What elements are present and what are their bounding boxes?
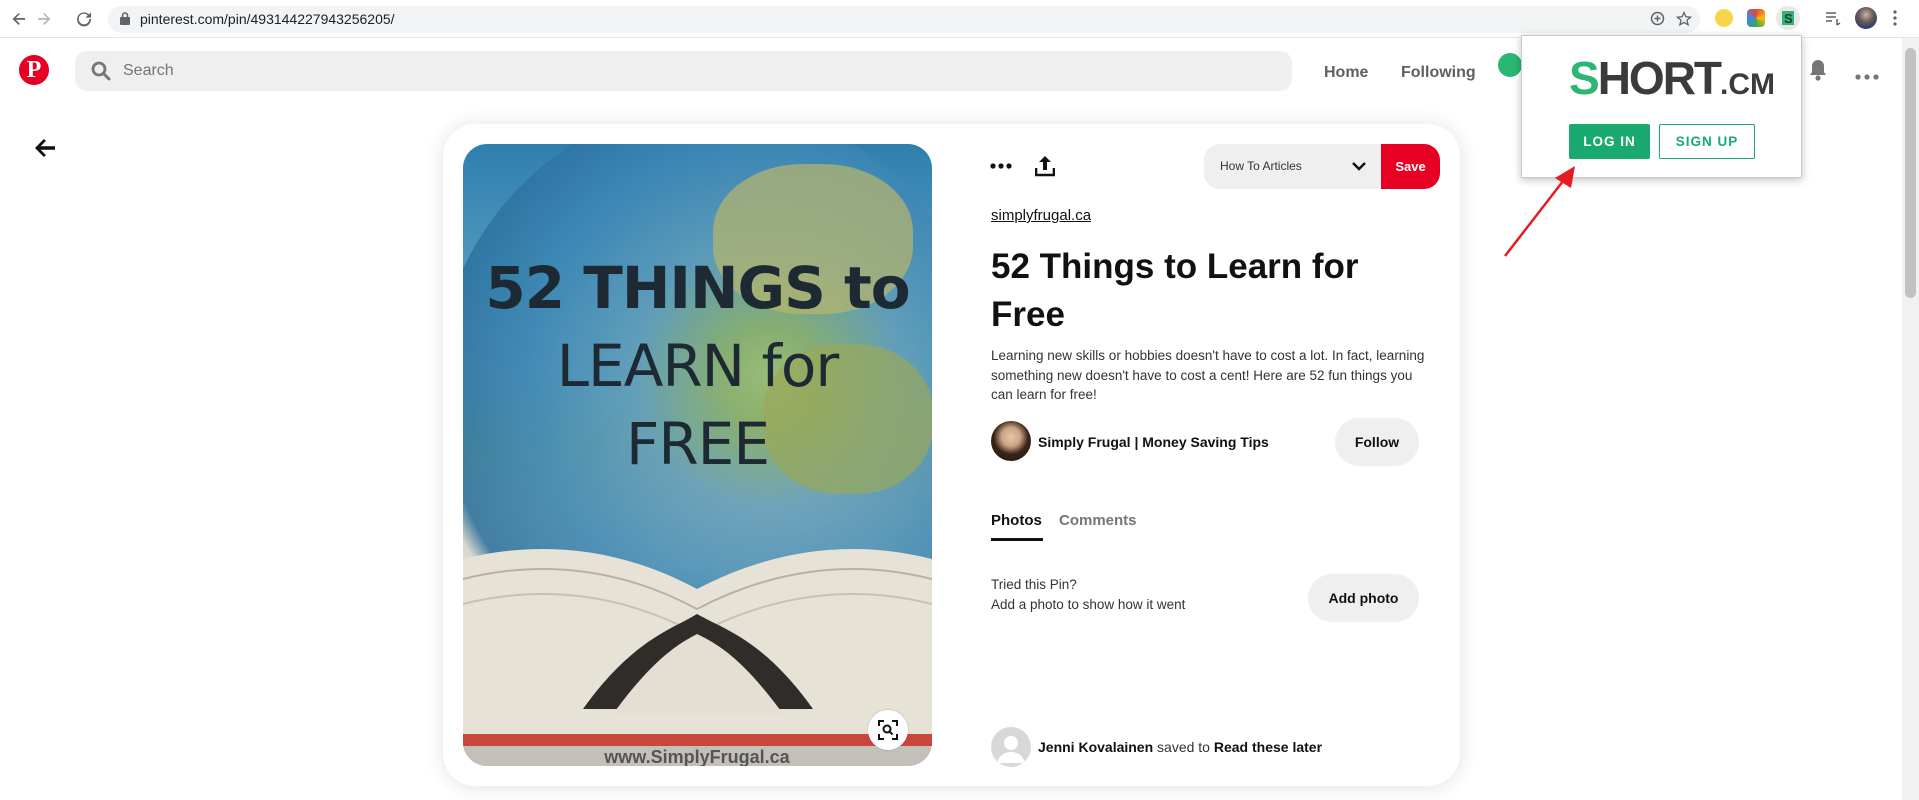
share-icon[interactable]: [1027, 148, 1063, 184]
scrollbar-thumb[interactable]: [1905, 48, 1916, 298]
browser-toolbar: pinterest.com/pin/493144227943256205/ S: [0, 0, 1919, 38]
saver-name[interactable]: Jenni Kovalainen: [1038, 739, 1153, 755]
tab-photos[interactable]: Photos: [991, 512, 1042, 529]
login-button[interactable]: LOG IN: [1569, 124, 1650, 159]
arrow-left-icon[interactable]: [8, 8, 30, 30]
signup-button[interactable]: SIGN UP: [1659, 124, 1755, 159]
more-actions-icon[interactable]: [983, 148, 1019, 184]
author-name[interactable]: Simply Frugal | Money Saving Tips: [1038, 434, 1269, 450]
pin-image[interactable]: 52 THINGS to LEARN for FREE www.SimplyFr…: [463, 144, 932, 766]
tried-subtitle: Add a photo to show how it went: [991, 596, 1186, 612]
image-text-line1: 52 THINGS to: [485, 254, 910, 322]
active-tab-indicator: [991, 538, 1043, 541]
back-arrow-icon[interactable]: [34, 138, 64, 168]
saved-activity: Jenni Kovalainen saved to Read these lat…: [1038, 739, 1322, 755]
zoom-plus-icon[interactable]: [1650, 11, 1665, 30]
add-photo-button[interactable]: Add photo: [1308, 574, 1419, 622]
pinterest-logo-icon[interactable]: P: [19, 55, 49, 85]
source-link[interactable]: simplyfrugal.ca: [991, 207, 1091, 224]
address-bar[interactable]: pinterest.com/pin/493144227943256205/: [108, 6, 1700, 33]
saved-board-name[interactable]: Read these later: [1214, 739, 1322, 755]
open-book-graphic: www.SimplyFrugal.ca: [463, 549, 932, 766]
reload-icon[interactable]: [73, 8, 95, 30]
url-text: pinterest.com/pin/493144227943256205/: [140, 11, 395, 27]
reading-list-icon[interactable]: [1824, 9, 1842, 27]
default-user-icon: [997, 736, 1025, 763]
shortcm-extension-popup: SHORT.CM LOG IN SIGN UP: [1521, 35, 1802, 178]
visual-search-icon[interactable]: [868, 710, 908, 750]
image-watermark: www.SimplyFrugal.ca: [603, 747, 790, 766]
arrow-right-icon[interactable]: [33, 8, 55, 30]
extension-color-icon[interactable]: [1747, 9, 1765, 27]
tried-title: Tried this Pin?: [991, 577, 1077, 592]
chevron-down-icon: [1352, 162, 1366, 171]
svg-text:S: S: [1784, 11, 1793, 26]
follow-button[interactable]: Follow: [1335, 418, 1419, 466]
search-input[interactable]: [121, 59, 1221, 83]
search-icon: [91, 61, 111, 86]
nav-home[interactable]: Home: [1324, 64, 1368, 82]
saved-to-text: saved to: [1157, 739, 1210, 755]
board-select-value: How To Articles: [1220, 159, 1302, 173]
nav-following[interactable]: Following: [1401, 64, 1476, 82]
shortcm-logo: SHORT.CM: [1569, 52, 1776, 104]
chrome-menu-icon[interactable]: [1892, 9, 1910, 27]
more-options-icon[interactable]: [1855, 67, 1879, 85]
author-avatar[interactable]: [991, 421, 1031, 461]
search-bar[interactable]: [75, 51, 1292, 91]
tab-comments[interactable]: Comments: [1059, 512, 1137, 529]
pin-description: Learning new skills or hobbies doesn't h…: [991, 348, 1425, 402]
notifications-bell-icon[interactable]: [1808, 58, 1828, 87]
lock-icon: [120, 12, 130, 30]
shortcm-partial-icon: [1498, 53, 1522, 77]
board-select[interactable]: How To Articles: [1204, 144, 1382, 189]
annotation-arrow-icon: [1504, 166, 1575, 257]
saver-avatar[interactable]: [991, 727, 1031, 767]
profile-avatar-icon[interactable]: [1855, 7, 1877, 29]
image-text-line3: FREE: [626, 410, 770, 478]
extension-flower-icon[interactable]: [1715, 9, 1733, 27]
tried-prompt: Tried this Pin? Add a photo to show how …: [991, 575, 1185, 614]
pin-title: 52 Things to Learn for Free: [991, 247, 1359, 334]
save-button[interactable]: Save: [1381, 144, 1440, 189]
star-icon[interactable]: [1675, 10, 1693, 31]
image-text-line2: LEARN for: [556, 332, 840, 400]
extension-shortcm-icon[interactable]: S: [1776, 6, 1800, 30]
